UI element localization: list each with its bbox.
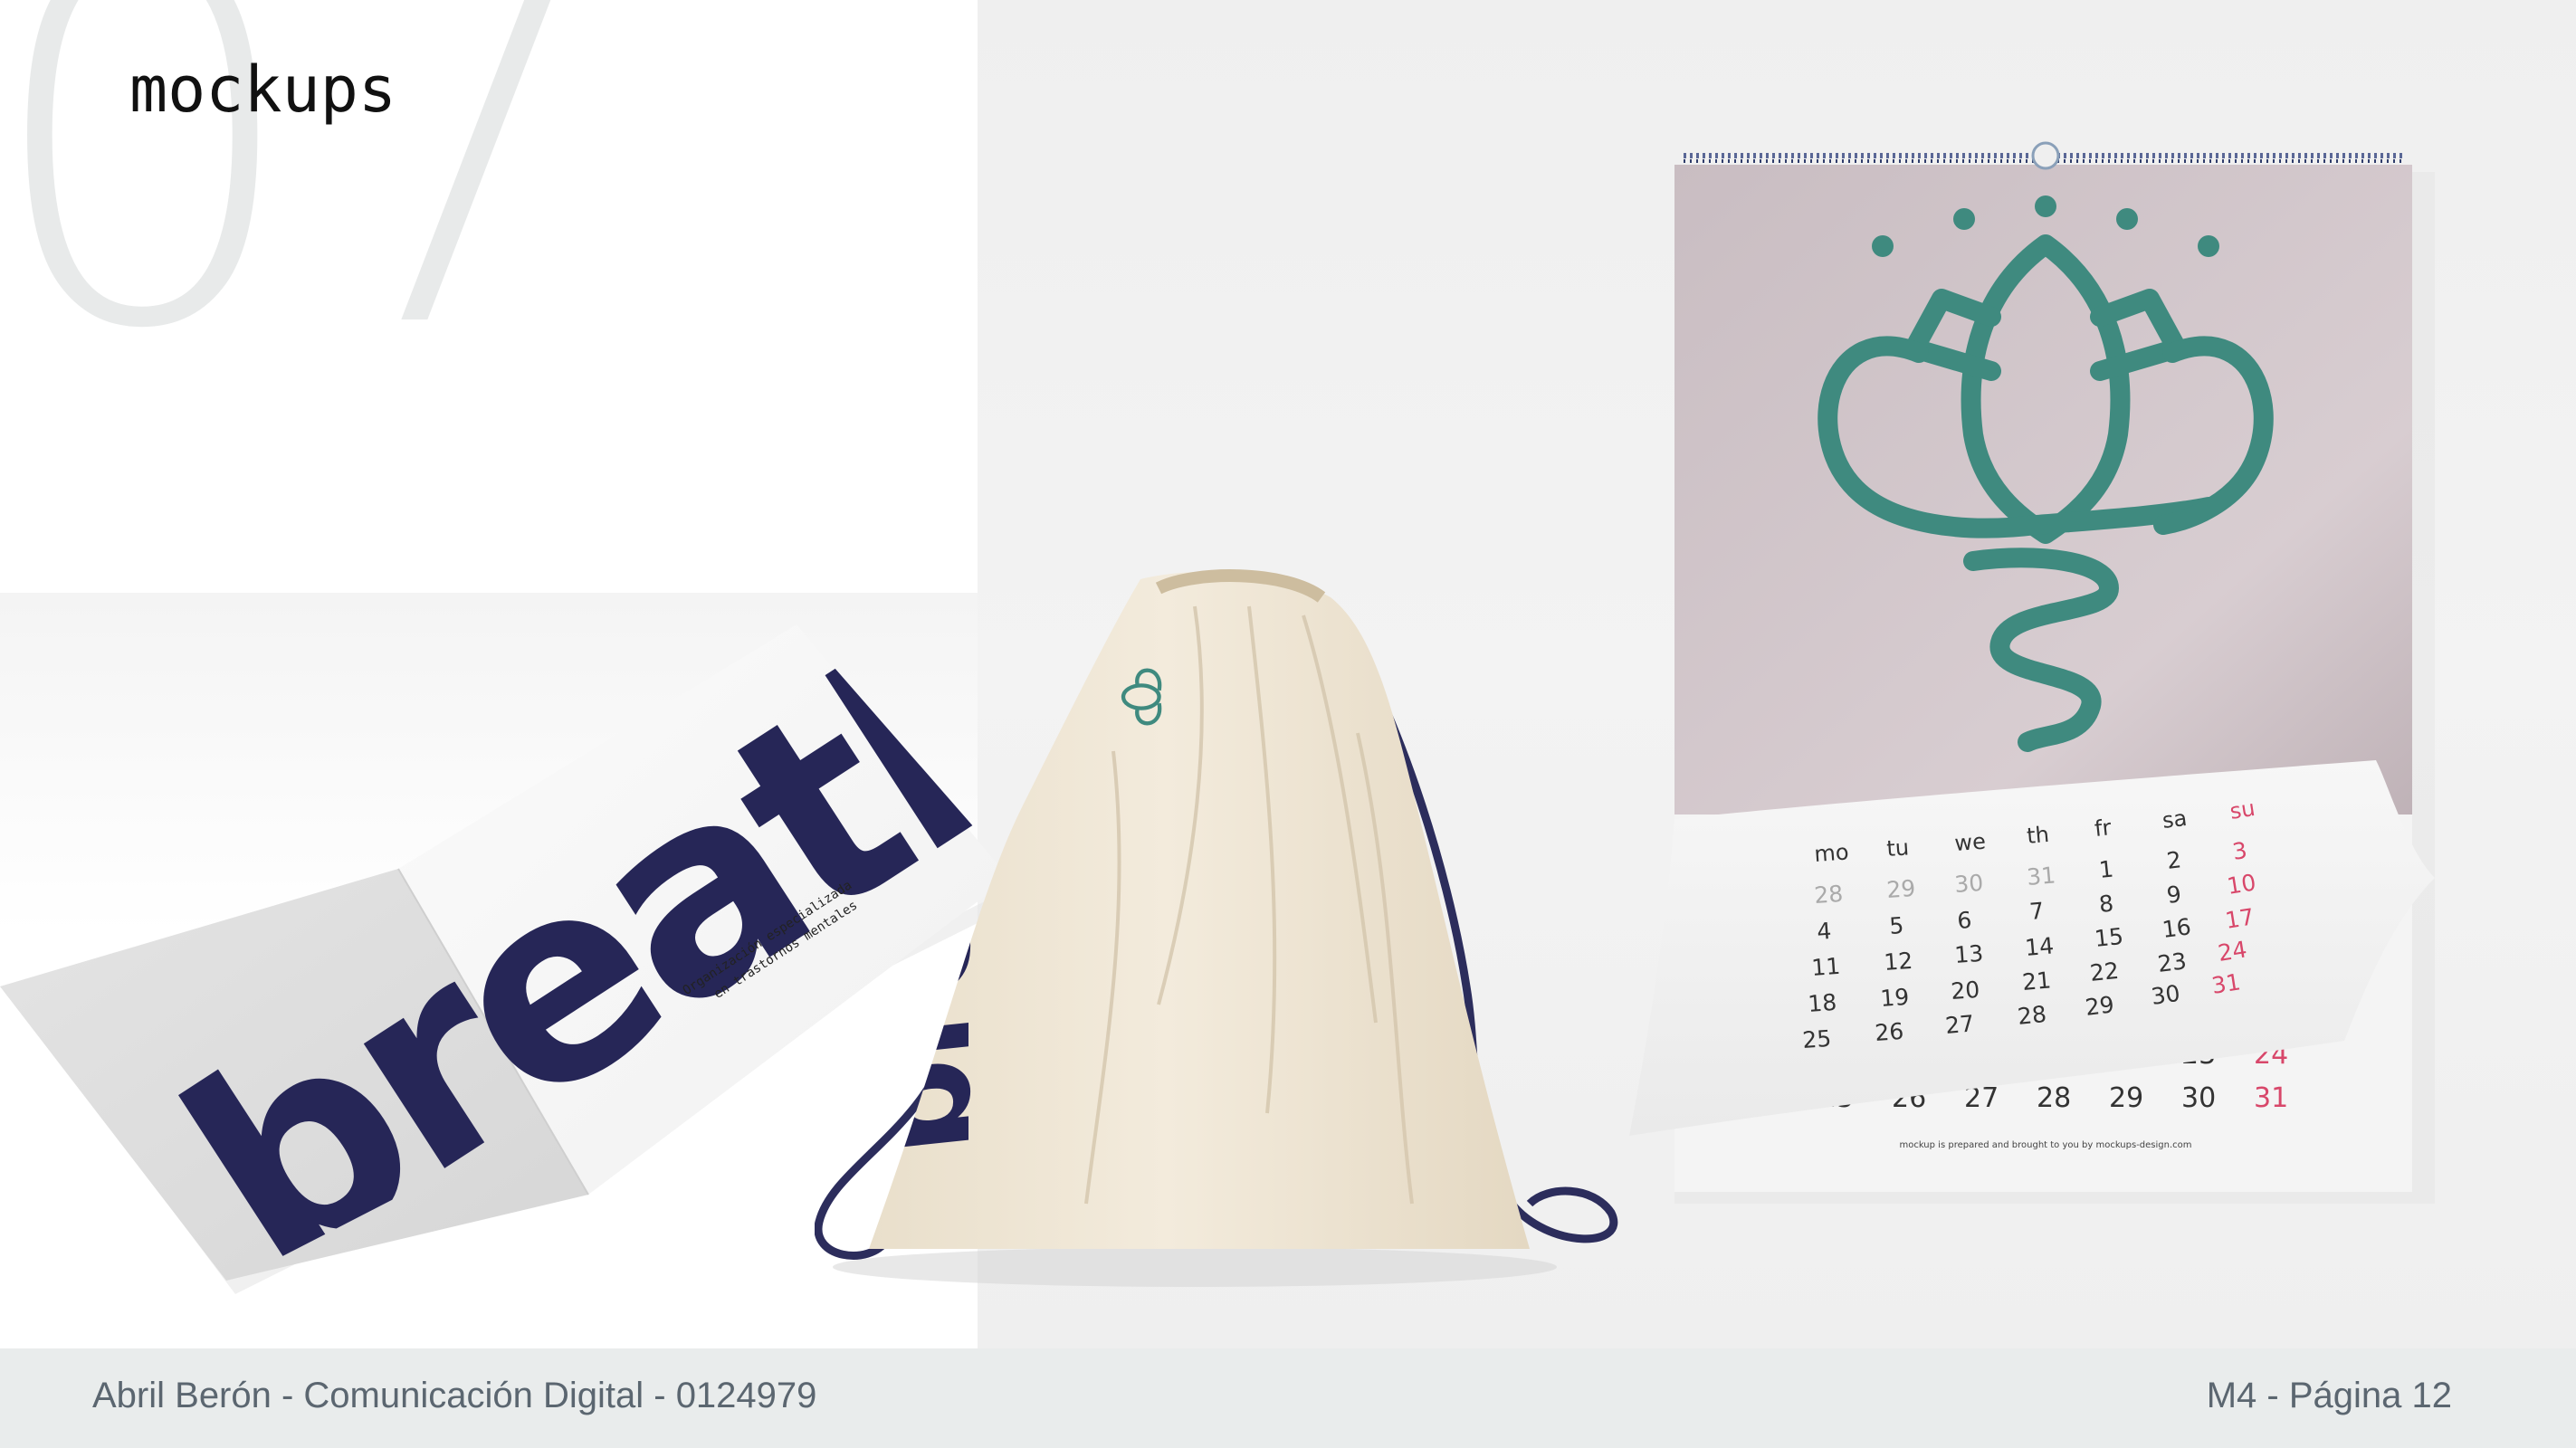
back-date-28: 28 <box>2037 1082 2071 1114</box>
date-r4-th: 21 <box>2021 967 2052 996</box>
header-tu: tu <box>1885 834 1910 862</box>
calendar-front-page <box>1674 165 2412 814</box>
date-r3-su: 17 <box>2223 903 2256 934</box>
date-r3-th: 14 <box>2024 932 2055 961</box>
date-r2-su: 10 <box>2225 869 2257 900</box>
drawstring-bag-mockup: breathe <box>815 569 1618 1287</box>
date-r3-tu: 12 <box>1883 948 1913 976</box>
header-we: we <box>1953 829 1986 856</box>
date-r5-th: 28 <box>2017 1001 2048 1030</box>
back-date-31: 31 <box>2254 1082 2288 1114</box>
date-r4-sa: 23 <box>2156 948 2188 977</box>
header-mo: mo <box>1813 839 1849 867</box>
date-r3-fr: 15 <box>2094 923 2125 952</box>
bag-shadow <box>833 1247 1557 1287</box>
section-title: mockups <box>129 52 397 127</box>
date-r1-th: 31 <box>2026 862 2056 891</box>
date-r4-mo: 18 <box>1807 989 1837 1017</box>
header-fr: fr <box>2094 814 2113 842</box>
date-r4-tu: 19 <box>1879 984 1910 1012</box>
date-r2-mo: 4 <box>1816 918 1832 945</box>
date-r2-we: 6 <box>1956 907 1972 934</box>
header-su: su <box>2228 795 2257 824</box>
header-th: th <box>2026 822 2050 849</box>
date-r5-tu: 26 <box>1874 1018 1904 1046</box>
back-date-30: 30 <box>2181 1082 2216 1114</box>
date-r4-we: 20 <box>1950 976 1980 1005</box>
date-r3-we: 13 <box>1953 940 1984 968</box>
header-sa: sa <box>2161 805 2188 834</box>
date-r1-mo: 28 <box>1813 881 1844 909</box>
calendar-credit: mockup is prepared and brought to you by… <box>1899 1140 2191 1150</box>
wall-calendar-mockup: 17 21 22 23 24 25 26 27 28 29 30 31 mock… <box>1629 141 2435 1204</box>
footer-page-number: M4 - Página 12 <box>2206 1376 2452 1415</box>
date-r3-mo: 11 <box>1810 953 1841 981</box>
date-r2-th: 7 <box>2028 898 2045 925</box>
date-r1-fr: 1 <box>2098 855 2115 883</box>
date-r4-fr: 22 <box>2089 957 2121 986</box>
date-r2-tu: 5 <box>1888 912 1904 939</box>
back-date-29: 29 <box>2109 1082 2143 1114</box>
date-r1-tu: 29 <box>1885 875 1916 903</box>
date-r1-we: 30 <box>1953 870 1984 898</box>
date-r5-we: 27 <box>1944 1010 1975 1039</box>
footer-author-text: Abril Berón - Comunicación Digital - 012… <box>92 1376 817 1415</box>
date-r5-mo: 25 <box>1801 1025 1832 1053</box>
date-r5-fr: 29 <box>2084 991 2115 1021</box>
bag-wordmark: breathe <box>843 572 1001 1165</box>
date-r5-su: 31 <box>2209 968 2242 999</box>
date-r5-sa: 30 <box>2150 980 2182 1010</box>
calendar-hanger-hole <box>2031 141 2060 170</box>
slide: 07 mockups breathe Organización especial… <box>0 0 2576 1448</box>
date-r3-sa: 16 <box>2161 913 2192 943</box>
date-r4-su: 24 <box>2216 936 2248 967</box>
date-r2-fr: 8 <box>2098 890 2115 918</box>
